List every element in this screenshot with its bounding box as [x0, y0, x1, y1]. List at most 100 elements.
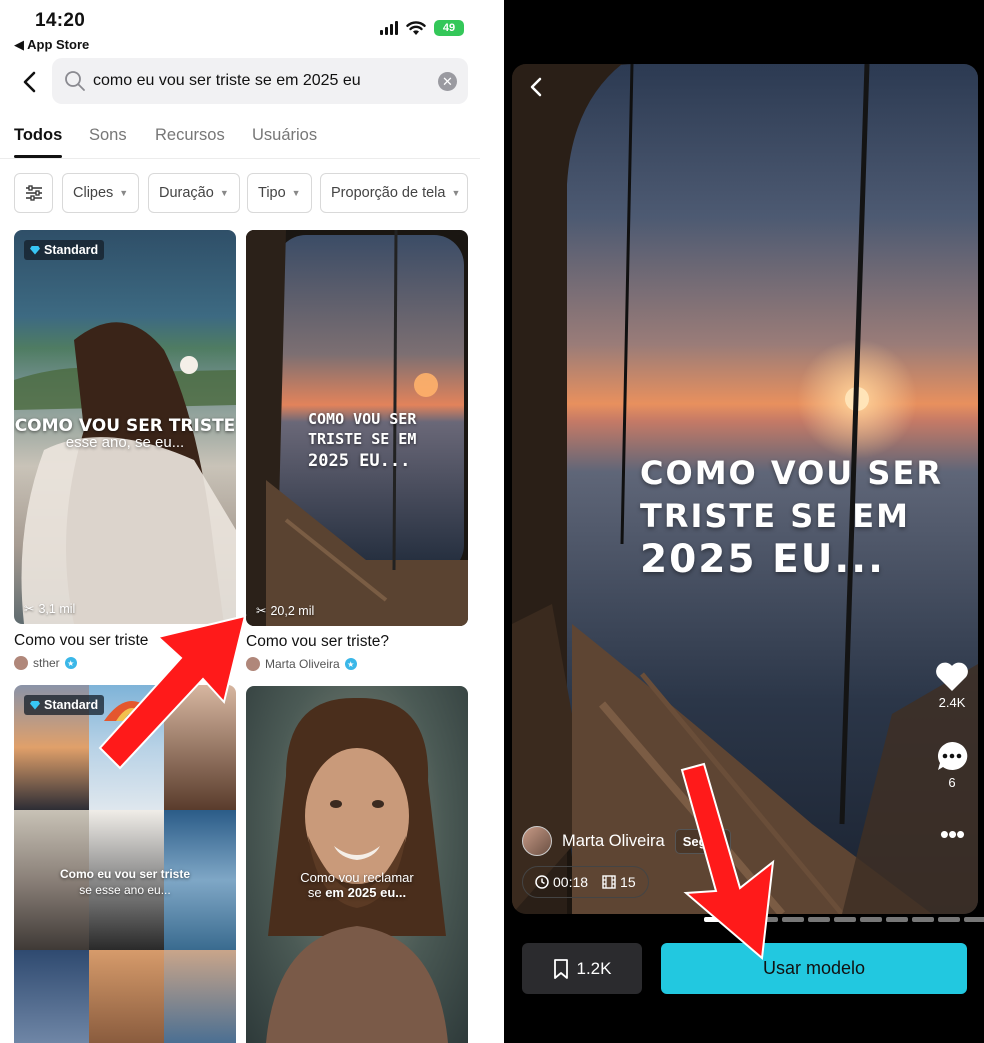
- filter-duracao[interactable]: Duração ▼: [148, 173, 240, 213]
- filter-proporcao-de-tela[interactable]: Proporção de tela ▼: [320, 173, 468, 213]
- verified-icon: ★: [344, 658, 357, 670]
- more-options-icon[interactable]: •••: [932, 821, 972, 847]
- card-1-caption-line1: COMO VOU SER TRISTE: [14, 416, 236, 436]
- back-arrow-icon[interactable]: [528, 76, 544, 98]
- like-button[interactable]: 2.4K: [932, 662, 972, 710]
- result-card-3[interactable]: Standard Como eu vou ser triste se esse …: [14, 685, 236, 1043]
- comment-button[interactable]: 6: [932, 740, 972, 790]
- tab-usuarios[interactable]: Usuários: [252, 126, 317, 145]
- search-input[interactable]: como eu vou ser triste se em 2025 eu ✕: [52, 58, 468, 104]
- card-1-caption-line2: esse ano, se eu...: [65, 434, 185, 451]
- video-caption: COMO VOU SER TRISTE SE EM 2025 EU...: [640, 452, 943, 581]
- filter-label: Clipes: [73, 185, 114, 201]
- collage-tile: [14, 950, 89, 1043]
- back-to-app-store-link[interactable]: ◀ App Store: [14, 37, 89, 53]
- standard-badge: Standard: [24, 240, 105, 260]
- clip-progress-bar: [704, 917, 984, 922]
- film-icon: [602, 875, 616, 889]
- card-1-title[interactable]: Como vou ser triste: [14, 632, 148, 650]
- collage-tile: [164, 685, 236, 810]
- clip-count: 15: [602, 874, 636, 890]
- filter-tipo[interactable]: Tipo ▼: [247, 173, 312, 213]
- usage-count: ✂ 20,2 mil: [256, 603, 315, 619]
- comment-icon: [937, 741, 968, 770]
- creator-avatar[interactable]: [522, 826, 552, 856]
- clear-search-icon[interactable]: ✕: [438, 72, 457, 91]
- bookmark-icon: [553, 958, 568, 979]
- caret-down-icon: ▼: [451, 188, 461, 198]
- usage-count-value: 3,1 mil: [38, 601, 76, 616]
- search-bar-row: como eu vou ser triste se em 2025 eu ✕: [0, 58, 490, 106]
- card-4-caption-line1: Como vou reclamar: [300, 870, 414, 885]
- video-caption-line1: COMO VOU SER: [640, 454, 943, 492]
- standard-badge: Standard: [24, 695, 105, 715]
- card-3-caption-line1: Como eu vou ser triste: [59, 867, 191, 881]
- status-time: 14:20: [35, 10, 86, 31]
- comment-count: 6: [948, 775, 956, 790]
- filter-settings-button[interactable]: [14, 173, 53, 213]
- save-template-button[interactable]: 1.2K: [522, 943, 642, 994]
- parachute-icon: [104, 701, 160, 721]
- card-2-author[interactable]: Marta Oliveira ★: [246, 657, 357, 671]
- card-3-caption-line2: se esse ano eu...: [79, 883, 171, 897]
- creator-name[interactable]: Marta Oliveira: [562, 832, 665, 851]
- result-card-2[interactable]: COMO VOU SER TRISTE SE EM 2025 EU... ✂ 20…: [246, 230, 468, 626]
- card-1-author[interactable]: sther ★: [14, 656, 77, 670]
- creator-row: Marta Oliveira Seguir: [522, 826, 732, 856]
- filter-label: Proporção de tela: [331, 185, 446, 201]
- status-icons: 49: [380, 19, 464, 37]
- author-avatar: [14, 656, 28, 670]
- caret-down-icon: ▼: [119, 188, 129, 198]
- panel-divider: [490, 0, 504, 1043]
- tab-recursos[interactable]: Recursos: [155, 126, 225, 145]
- scissors-icon: ✂: [256, 604, 267, 618]
- video-caption-line2: TRISTE SE EM: [640, 497, 910, 535]
- result-card-4[interactable]: Como vou reclamar se em 2025 eu...: [246, 686, 468, 1043]
- filter-label: Duração: [159, 185, 214, 201]
- verified-icon: ★: [64, 657, 77, 669]
- duration: 00:18: [535, 874, 588, 890]
- results-tabs: Todos Sons Recursos Usuários: [0, 122, 480, 159]
- sliders-icon: [25, 185, 42, 201]
- usage-count: ✂ 3,1 mil: [24, 601, 76, 617]
- result-card-1[interactable]: Standard COMO VOU SER TRISTE esse ano, s…: [14, 230, 236, 624]
- back-arrow-icon[interactable]: [18, 68, 42, 96]
- filter-label: Tipo: [258, 185, 286, 201]
- filter-clipes[interactable]: Clipes ▼: [62, 173, 140, 213]
- like-count: 2.4K: [938, 695, 966, 710]
- clip-count-value: 15: [620, 874, 636, 890]
- caret-down-icon: ▼: [291, 188, 301, 198]
- active-tab-indicator: [14, 155, 62, 158]
- caption-bold: em 2025 eu...: [325, 885, 407, 900]
- battery-indicator: 49: [434, 20, 464, 36]
- author-avatar: [246, 657, 260, 671]
- card-4-portrait: [266, 697, 448, 1043]
- tab-todos[interactable]: Todos: [14, 126, 62, 145]
- wifi-icon: [406, 20, 426, 35]
- search-results-screen: 14:20 ◀ App Store 49 como eu vou ser tri…: [0, 0, 490, 1043]
- clock-icon: [535, 875, 549, 889]
- collage-tile: [89, 950, 164, 1043]
- duration-value: 00:18: [553, 874, 589, 890]
- card-4-caption-line2: se em 2025 eu...: [246, 885, 468, 900]
- author-name: sther: [33, 656, 60, 670]
- search-query-text[interactable]: como eu vou ser triste se em 2025 eu: [93, 72, 361, 90]
- heart-icon: [936, 662, 968, 691]
- use-template-button[interactable]: Usar modelo: [661, 943, 967, 994]
- tab-sons[interactable]: Sons: [89, 126, 127, 145]
- card-2-title[interactable]: Como vou ser triste?: [246, 633, 389, 651]
- search-icon: [65, 71, 85, 91]
- caret-down-icon: ▼: [219, 188, 229, 198]
- badge-label: Standard: [44, 698, 99, 712]
- follow-button[interactable]: Seguir: [674, 828, 732, 854]
- card-2-caption-line2: TRISTE SE EM: [308, 430, 417, 448]
- badge-label: Standard: [44, 243, 99, 257]
- caption-prefix: se: [307, 885, 326, 900]
- card-2-caption-line1: COMO VOU SER: [308, 410, 417, 428]
- cellular-signal-icon: [380, 21, 398, 35]
- save-count: 1.2K: [576, 958, 612, 978]
- template-preview-screen: COMO VOU SER TRISTE SE EM 2025 EU... 2.4…: [504, 0, 984, 1043]
- template-meta: 00:18 15: [522, 866, 649, 898]
- usage-count-value: 20,2 mil: [270, 603, 315, 618]
- author-name: Marta Oliveira: [265, 657, 340, 671]
